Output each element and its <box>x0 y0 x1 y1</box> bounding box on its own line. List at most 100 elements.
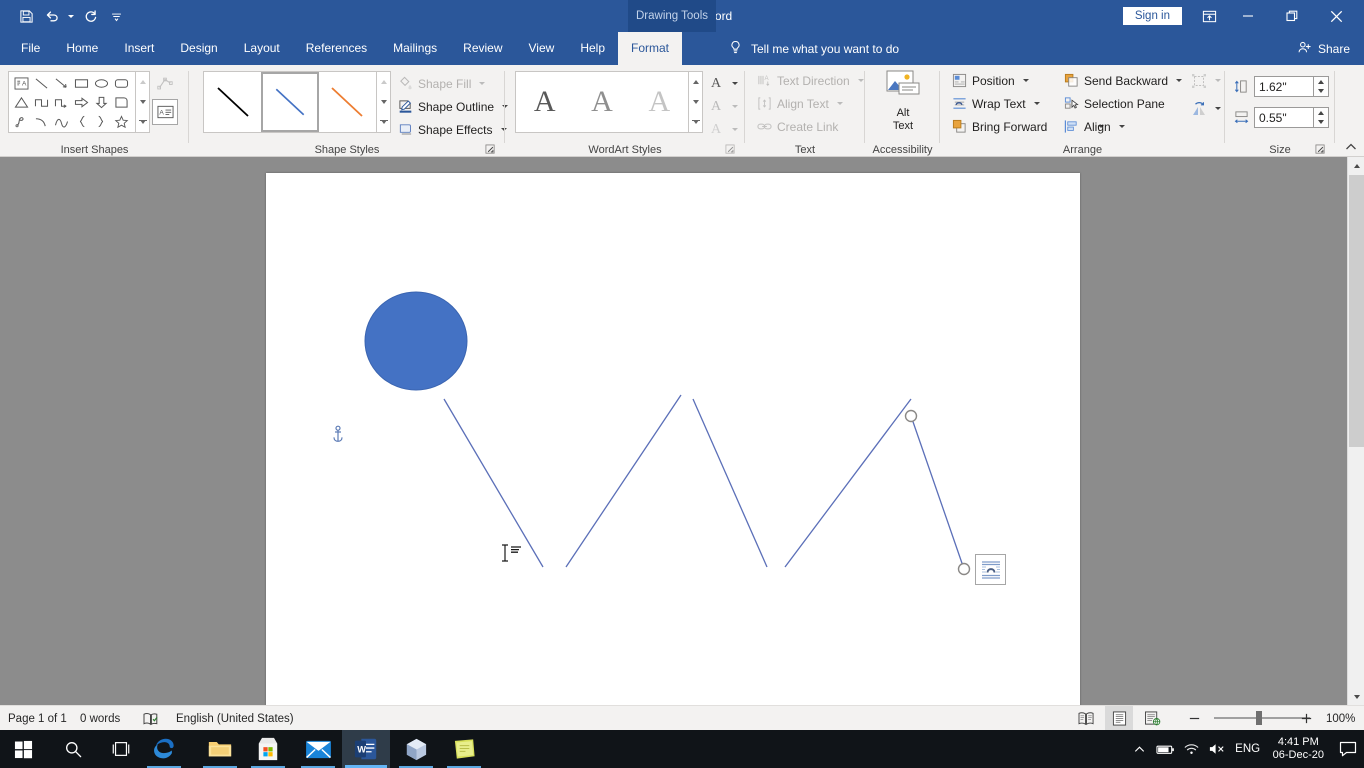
zoom-level-label[interactable]: 100% <box>1326 706 1355 731</box>
elbow-connector-shape-icon[interactable] <box>31 93 51 112</box>
wordart-styles-scroll[interactable] <box>689 71 703 133</box>
text-effects-caret-icon[interactable] <box>732 128 738 131</box>
read-mode-button[interactable] <box>1072 706 1100 731</box>
shape-width-spinner[interactable] <box>1314 107 1329 128</box>
zoom-in-button[interactable] <box>1300 706 1313 731</box>
scroll-up-icon[interactable] <box>1348 157 1364 174</box>
volume-muted-icon[interactable] <box>1205 730 1231 768</box>
shapes-scroll-up-icon[interactable] <box>136 72 149 92</box>
shape-outline-button[interactable]: Shape Outline <box>394 96 511 117</box>
wordart-more-icon[interactable] <box>689 112 702 132</box>
position-button[interactable]: Position <box>948 70 1032 91</box>
wordart-preview-2[interactable]: A <box>573 72 630 132</box>
align-text-button[interactable]: Align Text <box>753 93 846 114</box>
taskbar-mail[interactable] <box>294 730 342 768</box>
tab-view[interactable]: View <box>516 32 568 65</box>
triangle-shape-icon[interactable] <box>11 93 31 112</box>
text-fill-button[interactable]: A <box>705 73 741 94</box>
tab-layout[interactable]: Layout <box>231 32 293 65</box>
undo-dropdown-caret-icon[interactable] <box>66 5 76 27</box>
curve-shape-icon[interactable] <box>51 112 71 131</box>
taskbar-file-explorer[interactable] <box>196 730 244 768</box>
rounded-rectangle-shape-icon[interactable] <box>111 74 131 93</box>
align-text-caret-icon[interactable] <box>836 102 843 105</box>
tab-help[interactable]: Help <box>567 32 618 65</box>
page-number-status[interactable]: Page 1 of 1 <box>8 706 67 731</box>
taskbar-3d-viewer[interactable] <box>392 730 440 768</box>
star-shape-icon[interactable] <box>111 112 131 131</box>
tab-references[interactable]: References <box>293 32 380 65</box>
shapes-scroll-down-icon[interactable] <box>136 92 149 112</box>
arc-shape-icon[interactable] <box>31 112 51 131</box>
sign-in-button[interactable]: Sign in <box>1122 7 1182 25</box>
selection-pane-button[interactable]: Selection Pane <box>1060 93 1168 114</box>
align-objects-caret-icon[interactable] <box>1118 125 1125 128</box>
position-caret-icon[interactable] <box>1022 79 1029 82</box>
alt-text-button[interactable]: Alt Text <box>879 69 927 137</box>
scroll-down-icon[interactable] <box>1348 688 1364 705</box>
wordart-scroll-down-icon[interactable] <box>689 92 702 112</box>
show-hidden-icons-icon[interactable] <box>1127 730 1153 768</box>
wordart-scroll-up-icon[interactable] <box>689 72 702 92</box>
group-objects-caret-icon[interactable] <box>1215 79 1221 82</box>
scrollbar-thumb[interactable] <box>1349 175 1364 447</box>
draw-text-box-button[interactable]: A <box>152 99 178 125</box>
undo-icon[interactable] <box>40 5 64 27</box>
line-shape-icon[interactable] <box>31 74 51 93</box>
wordart-preview-1[interactable]: A <box>516 72 573 132</box>
wordart-styles-gallery[interactable]: A A A <box>515 71 689 133</box>
collapse-ribbon-button[interactable] <box>1344 140 1360 156</box>
shape-width-spin-down-icon[interactable] <box>1314 118 1328 128</box>
text-outline-caret-icon[interactable] <box>732 105 738 108</box>
wrap-text-caret-icon[interactable] <box>1033 102 1040 105</box>
zoom-slider-thumb[interactable] <box>1256 711 1262 725</box>
scribble-shape-icon[interactable] <box>11 112 31 131</box>
shapes-more-icon[interactable] <box>136 112 149 132</box>
windows-start-icon[interactable] <box>0 730 46 768</box>
shape-fill-caret-icon[interactable] <box>479 82 486 85</box>
style-line-black[interactable] <box>204 72 261 132</box>
text-fill-caret-icon[interactable] <box>732 82 738 85</box>
taskbar-word[interactable]: W <box>342 730 390 768</box>
wordart-preview-3[interactable]: A <box>631 72 688 132</box>
input-language[interactable]: ENG <box>1231 730 1265 768</box>
redo-icon[interactable] <box>78 5 102 27</box>
size-dialog-launcher[interactable] <box>1315 144 1327 156</box>
text-box-shape-icon[interactable]: A <box>11 74 31 93</box>
shape-height-input[interactable] <box>1254 76 1314 97</box>
tab-mailings[interactable]: Mailings <box>380 32 450 65</box>
language-status[interactable]: English (United States) <box>176 706 294 731</box>
vertical-scrollbar[interactable] <box>1347 157 1364 705</box>
taskbar-microsoft-store[interactable] <box>244 730 292 768</box>
wordart-styles-dialog-launcher[interactable] <box>725 144 737 156</box>
wifi-icon[interactable] <box>1179 730 1205 768</box>
oval-shape-icon[interactable] <box>91 74 111 93</box>
minimize-icon[interactable] <box>1226 0 1270 32</box>
flowchart-shape-icon[interactable] <box>111 93 131 112</box>
send-backward-caret-icon[interactable] <box>1176 79 1183 82</box>
word-count-status[interactable]: 0 words <box>80 706 120 731</box>
close-icon[interactable] <box>1314 0 1358 32</box>
style-line-orange[interactable] <box>319 72 376 132</box>
proofing-errors-icon[interactable] <box>143 706 159 731</box>
rotate-objects-caret-icon[interactable] <box>1215 107 1221 110</box>
shape-width-spin-up-icon[interactable] <box>1314 108 1328 118</box>
shape-styles-dialog-launcher[interactable] <box>485 144 497 156</box>
shapes-gallery[interactable]: A <box>8 71 136 133</box>
search-icon[interactable] <box>50 730 96 768</box>
style-line-blue[interactable] <box>261 72 319 132</box>
restore-icon[interactable] <box>1270 0 1314 32</box>
clock[interactable]: 4:41 PM 06-Dec-20 <box>1265 730 1332 768</box>
down-arrow-shape-icon[interactable] <box>91 93 111 112</box>
styles-scroll-down-icon[interactable] <box>377 92 390 112</box>
create-link-button[interactable]: Create Link <box>753 116 841 137</box>
text-direction-caret-icon[interactable] <box>857 79 864 82</box>
share-button[interactable]: Share <box>1297 32 1350 65</box>
edit-shape-button[interactable] <box>152 71 178 97</box>
tab-insert[interactable]: Insert <box>111 32 167 65</box>
shape-height-spin-down-icon[interactable] <box>1314 87 1328 97</box>
taskbar-edge[interactable] <box>140 730 188 768</box>
styles-more-icon[interactable] <box>377 112 390 132</box>
text-effects-button[interactable]: A <box>705 119 741 140</box>
print-layout-button[interactable] <box>1105 706 1133 731</box>
